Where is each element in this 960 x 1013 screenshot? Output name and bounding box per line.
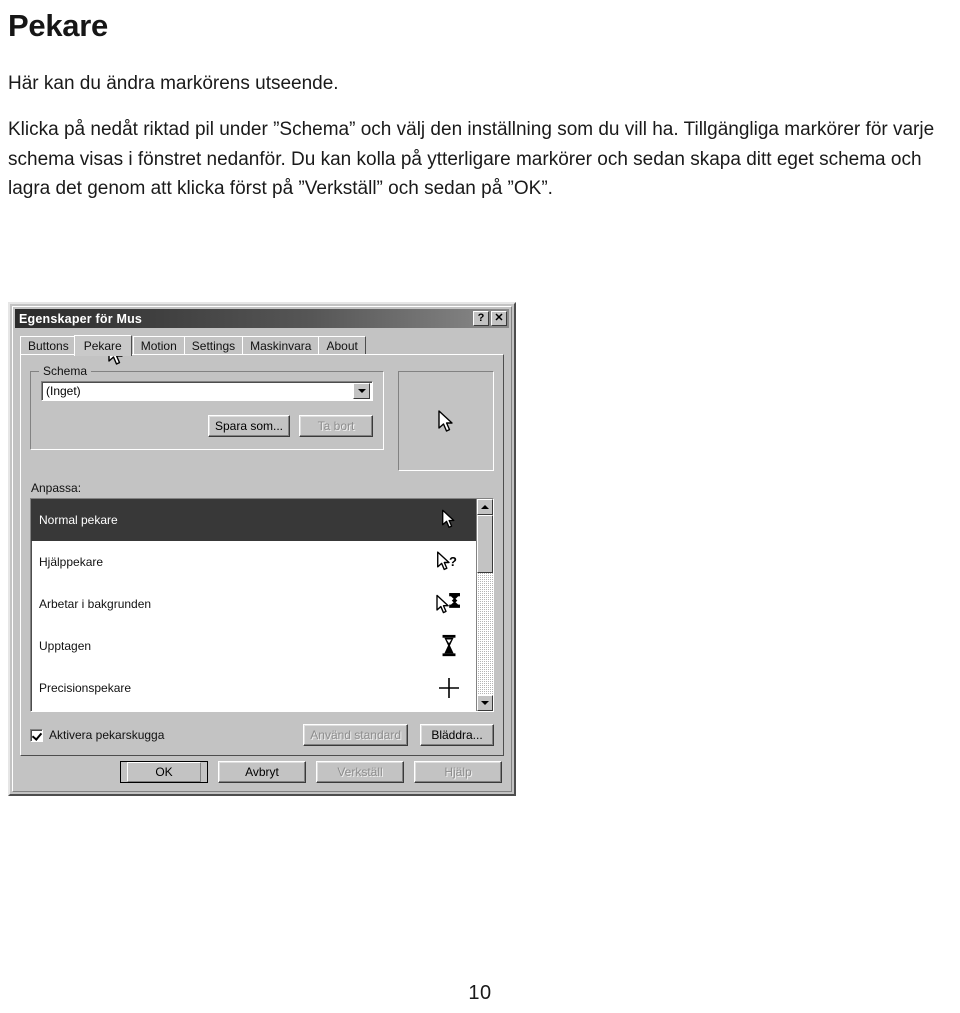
shadow-checkbox-wrap[interactable]: Aktivera pekarskugga	[30, 728, 291, 742]
body-paragraph: Klicka på nedåt riktad pil under ”Schema…	[8, 119, 935, 199]
browse-button[interactable]: Bläddra...	[420, 724, 494, 746]
intro-paragraph: Här kan du ändra markörens utseende.	[8, 73, 339, 94]
scrollbar-thumb[interactable]	[477, 515, 493, 573]
ok-button[interactable]: OK	[120, 761, 208, 783]
list-item[interactable]: Precisionspekare	[31, 667, 476, 709]
schema-groupbox: Schema (Inget) Spara som... Ta bort	[30, 364, 384, 450]
hourglass-cursor-glyph	[442, 634, 456, 657]
scroll-up-glyph	[481, 505, 489, 509]
save-as-button[interactable]: Spara som...	[207, 415, 290, 437]
help-button[interactable]: Hjälp	[414, 761, 502, 783]
tab-page-pekare: Schema (Inget) Spara som... Ta bort Anpa…	[20, 343, 504, 756]
schema-button-row: Spara som... Ta bort	[41, 415, 373, 437]
close-icon[interactable]: ✕	[491, 311, 507, 326]
list-item[interactable]: Hjälppekare ?	[31, 541, 476, 583]
dialog-footer: OK Avbryt Verkställ Hjälp	[22, 761, 502, 783]
shadow-checkbox-label: Aktivera pekarskugga	[49, 728, 165, 742]
tab-buttons[interactable]: Buttons	[20, 336, 77, 354]
page-title: Pekare	[8, 8, 108, 43]
schema-legend: Schema	[39, 364, 92, 378]
document-text-block: Pekare Här kan du ändra markörens utseen…	[8, 0, 952, 204]
cursor-preview-box	[398, 371, 494, 471]
chevron-down-glyph	[357, 389, 366, 393]
list-item-label: Arbetar i bakgrunden	[39, 597, 152, 611]
arrow-cursor-icon	[438, 410, 453, 432]
svg-text:?: ?	[449, 553, 457, 568]
dialog-titlebar[interactable]: Egenskaper för Mus ? ✕	[15, 309, 509, 328]
tab-maskinvara[interactable]: Maskinvara	[242, 336, 320, 354]
arrow-cursor-glyph	[441, 509, 454, 528]
dialog-inner-frame: Egenskaper för Mus ? ✕ Buttons Pekare Mo…	[12, 306, 512, 792]
arrow-busy-cursor-icon	[432, 592, 466, 616]
scroll-down-icon[interactable]	[477, 695, 493, 711]
list-item-label: Upptagen	[39, 639, 92, 653]
tab-pekare[interactable]: Pekare	[73, 335, 132, 356]
tab-strip: Buttons Pekare Motion Settings Maskinvar…	[20, 333, 509, 356]
list-item-label: Normal pekare	[39, 513, 118, 527]
use-default-button[interactable]: Använd standard	[303, 724, 408, 746]
help-icon[interactable]: ?	[473, 311, 489, 326]
crosshair-cursor-icon	[432, 677, 466, 699]
scroll-up-icon[interactable]	[477, 499, 493, 515]
list-item[interactable]: Normal pekare	[31, 499, 476, 541]
mouse-properties-dialog: Egenskaper för Mus ? ✕ Buttons Pekare Mo…	[8, 302, 516, 796]
cursor-listbox[interactable]: Normal pekare Hjälppekare ? Arbetar i ba…	[30, 498, 494, 712]
page-number: 10	[468, 982, 492, 1004]
schema-and-preview-row: Schema (Inget) Spara som... Ta bort	[30, 364, 494, 471]
customize-label: Anpassa:	[31, 481, 82, 495]
arrow-help-cursor-icon: ?	[432, 550, 466, 574]
scrollbar-track[interactable]	[477, 515, 493, 695]
list-item-label: Hjälppekare	[39, 555, 104, 569]
chevron-down-icon[interactable]	[353, 383, 370, 399]
tab-about[interactable]: About	[318, 336, 366, 354]
shadow-checkbox[interactable]	[30, 728, 43, 742]
cursor-list-items: Normal pekare Hjälppekare ? Arbetar i ba…	[31, 499, 476, 711]
options-row: Aktivera pekarskugga Använd standard Blä…	[30, 724, 494, 746]
scroll-down-glyph	[481, 701, 489, 705]
titlebar-button-group: ? ✕	[473, 311, 507, 326]
arrow-cursor-icon	[432, 509, 466, 532]
tab-settings[interactable]: Settings	[183, 336, 244, 354]
hourglass-cursor-icon	[432, 634, 466, 658]
ok-button-label: OK	[127, 762, 201, 782]
list-item[interactable]: Arbetar i bakgrunden	[31, 583, 476, 625]
apply-button[interactable]: Verkställ	[316, 761, 404, 783]
list-item-label: Precisionspekare	[39, 681, 132, 695]
arrow-busy-cursor-glyph	[436, 593, 460, 614]
delete-button[interactable]: Ta bort	[299, 415, 373, 437]
listbox-scrollbar[interactable]	[476, 499, 493, 711]
crosshair-cursor-glyph	[439, 678, 459, 698]
schema-combobox[interactable]: (Inget)	[41, 381, 373, 401]
arrow-help-cursor-glyph: ?	[437, 550, 457, 570]
list-item[interactable]: Upptagen	[31, 625, 476, 667]
cancel-button[interactable]: Avbryt	[218, 761, 306, 783]
tab-motion[interactable]: Motion	[132, 336, 185, 354]
dialog-title: Egenskaper för Mus	[19, 311, 143, 326]
schema-combobox-value: (Inget)	[46, 384, 81, 398]
